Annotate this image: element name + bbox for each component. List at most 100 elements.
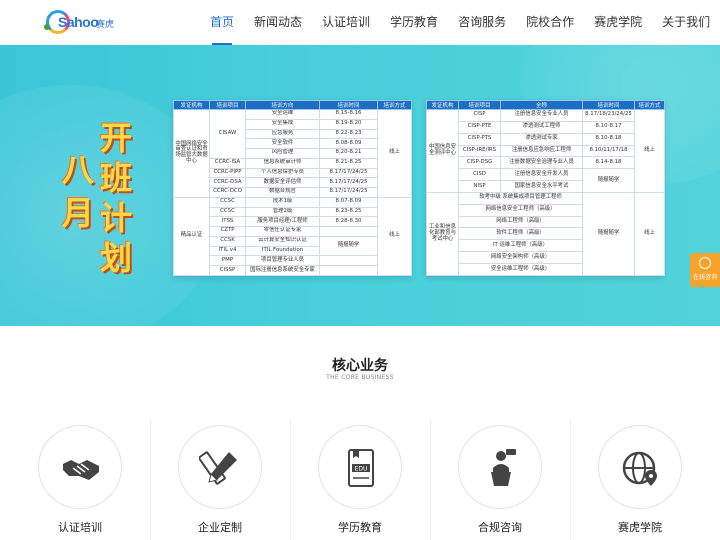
table-header: 培训时间 xyxy=(319,100,378,110)
direction-cell: 技术1级 xyxy=(245,196,320,208)
nav-consulting[interactable]: 咨询服务 xyxy=(448,0,516,45)
hero-banner[interactable]: 八 月 开 班 计 划 发证机构 培训项目 培训方向 培训时间 培训方式 中国网… xyxy=(0,45,720,326)
schedule-table-left: 发证机构 培训项目 培训方向 培训时间 培训方式 中国网络安全审查认证和市场监管… xyxy=(173,100,412,277)
schedule-table-right: 发证机构 培训项目 全称 培训时间 培训方式 中国信息安全测评中心 CISP 注… xyxy=(426,100,665,277)
core-item-certification[interactable]: 认证培训 xyxy=(10,420,150,540)
time-cell: 8.21-8.25 xyxy=(319,157,378,169)
direction-cell: 管理2级 xyxy=(245,206,320,218)
time-cell: 8.10-8.18 xyxy=(582,132,635,146)
core-item-academic-education[interactable]: EDU 学历教育 xyxy=(290,420,430,540)
project-cell: CISP-PTE xyxy=(458,120,501,134)
project-cell: CISP-IRE/IRS xyxy=(458,144,501,158)
table-header: 培训方向 xyxy=(245,100,320,110)
time-cell: 8.17/17/24/25 xyxy=(319,187,378,198)
fullname-cell: 安全运维工程师（高级） xyxy=(458,262,583,277)
mode-cell: 线上 xyxy=(634,191,665,277)
fullname-cell: 注册信息安全专业人员 xyxy=(500,109,583,122)
fullname-cell: 注册数据安全治理专业人员 xyxy=(500,156,583,170)
time-cell: 8.14-8.18 xyxy=(582,156,635,170)
direction-cell: 安全运维 xyxy=(245,109,320,120)
nav-certification-training[interactable]: 认证培训 xyxy=(312,0,380,45)
section-title: 核心业务 xyxy=(332,358,388,374)
fullname-cell: 注册信息应急响应工程师 xyxy=(500,144,583,158)
fullname-cell: 网络工程师（高级） xyxy=(458,215,583,229)
time-cell: 8.20-8.21 xyxy=(319,148,378,159)
project-cell: CCRC-DCO xyxy=(209,187,246,198)
fullname-cell: 渗透测试专家 xyxy=(500,132,583,146)
direction-cell: 信息系统审计师 xyxy=(245,157,320,169)
issuing-org: 中国信息安全测评中心 xyxy=(426,109,459,193)
logo-cn-text: 赛虎 xyxy=(96,20,115,30)
time-cell xyxy=(319,226,378,237)
table-header: 全称 xyxy=(500,100,583,110)
nav-academic-education[interactable]: 学历教育 xyxy=(380,0,448,45)
core-item-label: 认证培训 xyxy=(58,521,102,534)
core-item-enterprise-custom[interactable]: 企业定制 xyxy=(150,420,290,540)
time-cell: 8.10-8.17 xyxy=(582,120,635,134)
site-logo[interactable]: Sahoo 赛虎 xyxy=(44,8,116,36)
direction-cell: 零信任认证专家 xyxy=(245,226,320,237)
table-header: 培训项目 xyxy=(209,100,246,110)
direction-cell: 数据安全评估师 xyxy=(245,177,320,188)
time-cell: 8.10/11/17/18 xyxy=(582,144,635,158)
project-cell: CCSC xyxy=(209,206,246,218)
time-cell xyxy=(319,265,378,276)
table-header: 培训项目 xyxy=(458,100,501,110)
project-cell: CISP-PTS xyxy=(458,132,501,146)
table-header: 发证机构 xyxy=(173,100,210,110)
mode-cell: 线上 xyxy=(377,196,412,277)
table-header: 发证机构 xyxy=(426,100,459,110)
direction-cell: ITIL Foundation xyxy=(245,245,320,257)
mode-cell: 线上 xyxy=(377,109,412,198)
direction-cell: 服务项目经理/工程师 xyxy=(245,216,320,227)
project-cell: CCRC-DSA xyxy=(209,177,246,188)
nav-about-us[interactable]: 关于我们 xyxy=(652,0,720,45)
project-cell: PMP xyxy=(209,255,246,266)
time-cell: 8.17/18/23/24/25 xyxy=(582,109,635,122)
fullname-cell: 注册信息安全开发人员 xyxy=(500,168,583,182)
core-item-compliance-consulting[interactable]: 合规咨询 xyxy=(430,420,570,540)
time-cell: 8.17/17/24/25 xyxy=(319,167,378,179)
core-item-sahoo-academy[interactable]: 赛虎学院 xyxy=(570,420,710,540)
direction-cell: 数据合规官 xyxy=(245,187,320,198)
table-header: 培训时间 xyxy=(582,100,635,110)
project-cell: CCSK xyxy=(209,235,246,247)
direction-cell: 安全集成 xyxy=(245,118,320,130)
time-cell: 8.23-8.25 xyxy=(319,206,378,218)
project-cell: CISD xyxy=(458,168,501,182)
speaker-podium-icon xyxy=(491,449,516,486)
direction-cell: 风险管理 xyxy=(245,148,320,159)
nav-school-cooperation[interactable]: 院校合作 xyxy=(516,0,584,45)
mode-cell: 线上 xyxy=(634,109,665,193)
time-cell xyxy=(319,255,378,266)
site-header: Sahoo 赛虎 首页 新闻动态 认证培训 学历教育 咨询服务 院校合作 赛虎学… xyxy=(0,0,720,45)
time-cell: 8.15-8.16 xyxy=(319,109,378,120)
online-consult-button[interactable]: 在线咨询 xyxy=(690,253,720,287)
issuing-org: 中国网络安全审查认证和市场监管大数据中心 xyxy=(173,109,210,198)
edu-book-icon: EDU xyxy=(348,449,374,487)
project-cell: CCSC xyxy=(209,196,246,208)
nav-news[interactable]: 新闻动态 xyxy=(244,0,312,45)
issuing-org: 精品认证 xyxy=(173,196,210,277)
project-cell: CCRC-PIPP xyxy=(209,167,246,179)
time-cell: 8.08-8.09 xyxy=(319,138,378,149)
handshake-icon xyxy=(63,460,99,480)
direction-cell: 项目管理专业人员 xyxy=(245,255,320,266)
logo-text: Sahoo xyxy=(58,14,99,30)
project-cell: ITIL v4 xyxy=(209,245,246,257)
fullname-cell: 渗透测试工程师 xyxy=(500,120,583,134)
consult-label: 在线咨询 xyxy=(692,274,717,281)
time-cell: 随报随学 xyxy=(582,191,635,277)
time-cell: 8.28-8.30 xyxy=(319,216,378,227)
direction-cell: 国际注册信息系统安全专家 xyxy=(245,265,320,276)
direction-cell: 应急服务 xyxy=(245,128,320,140)
core-item-label: 合规咨询 xyxy=(478,521,522,534)
nav-sahoo-academy[interactable]: 赛虎学院 xyxy=(584,0,652,45)
banner-word-yue: 月 xyxy=(62,194,95,232)
fullname-cell: 网络安全架构师（高级） xyxy=(458,251,583,264)
project-cell: CISSP xyxy=(209,265,246,276)
nav-home[interactable]: 首页 xyxy=(200,0,244,45)
time-cell: 8.19-8.20 xyxy=(319,118,378,130)
project-cell: CISP xyxy=(458,109,501,122)
banner-word-hua: 划 xyxy=(100,239,133,277)
